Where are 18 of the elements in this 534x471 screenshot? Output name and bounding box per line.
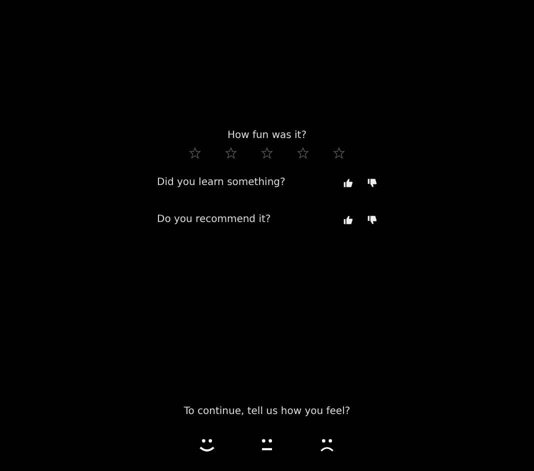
question-label: How fun was it? [227, 129, 307, 143]
thumbs-down-icon [367, 178, 377, 188]
question-label: Did you learn something? [157, 176, 286, 190]
thumbs-up-button[interactable] [343, 214, 353, 224]
thumbs-up-icon [343, 214, 353, 224]
thumbs-up-button[interactable] [343, 178, 353, 188]
question-label: Do you recommend it? [157, 213, 272, 227]
thumbs-down-icon [367, 214, 377, 224]
thumbs-down-button[interactable] [367, 178, 377, 188]
star-icon[interactable] [261, 147, 273, 159]
star-icon[interactable] [333, 147, 345, 159]
prompt-text: To continue, tell us how you feel? [184, 405, 350, 419]
thumbs-down-button[interactable] [367, 214, 377, 224]
thumbs-up-icon [343, 178, 353, 188]
star-icon[interactable] [297, 147, 309, 159]
star-icon[interactable] [189, 147, 201, 159]
star-icon[interactable] [225, 147, 237, 159]
star-rating[interactable] [189, 147, 345, 159]
